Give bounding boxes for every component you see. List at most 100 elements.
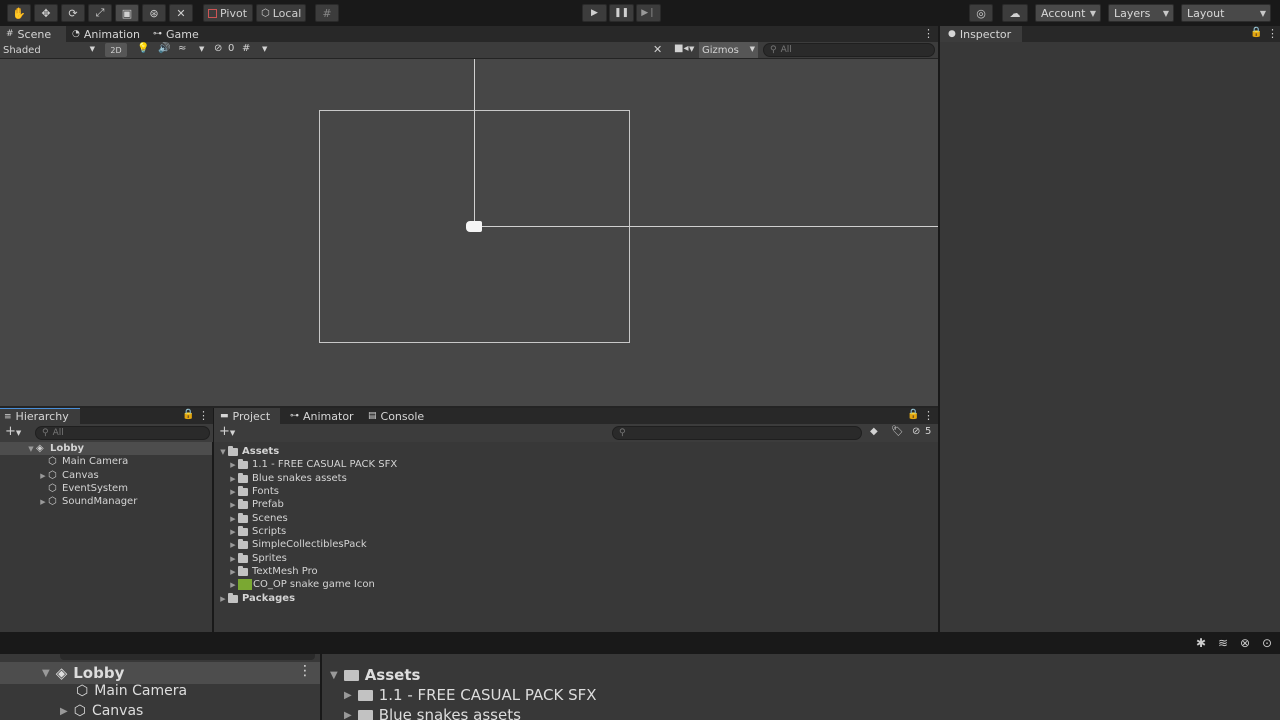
- add-object-button[interactable]: +▼: [5, 424, 21, 439]
- expand-arrow-icon[interactable]: ▶: [60, 706, 68, 717]
- network-icon[interactable]: ⊗: [1240, 636, 1250, 650]
- local-toggle-button[interactable]: ⬡ Local: [256, 4, 306, 22]
- expand-arrow-icon[interactable]: ▶: [228, 555, 238, 563]
- create-asset-button[interactable]: +▼: [219, 424, 235, 439]
- zoom-project-root[interactable]: ▼ Assets: [330, 666, 420, 684]
- scene-search-input[interactable]: ⚲ All: [763, 43, 935, 57]
- more-options-icon[interactable]: ⋮: [1267, 27, 1278, 40]
- cloud-button[interactable]: ☁: [1002, 4, 1028, 22]
- move-tool-button[interactable]: ✥: [34, 4, 58, 22]
- expand-arrow-icon[interactable]: ▶: [38, 472, 48, 480]
- folder-row[interactable]: ▶ Prefab: [228, 498, 284, 511]
- rotate-tool-button[interactable]: ⟳: [61, 4, 85, 22]
- rect-tool-button[interactable]: ▣: [115, 4, 139, 22]
- account-dropdown[interactable]: Account ▼: [1035, 4, 1101, 22]
- more-options-icon[interactable]: ⋮: [198, 409, 209, 422]
- more-options-icon[interactable]: ⋮: [923, 409, 934, 422]
- tab-project[interactable]: ▬ Project: [214, 408, 280, 424]
- tab-scene[interactable]: # Scene: [0, 26, 66, 42]
- tab-console[interactable]: ▤ Console: [368, 408, 424, 424]
- expand-arrow-icon[interactable]: ▶: [228, 488, 238, 496]
- hierarchy-search-input[interactable]: ⚲ All: [35, 426, 210, 440]
- expand-arrow-icon[interactable]: ▶: [228, 581, 238, 589]
- expand-arrow-icon[interactable]: ▶: [38, 498, 48, 506]
- layers-stack-icon[interactable]: ≋: [1218, 636, 1228, 650]
- chevron-down-icon[interactable]: ▼: [199, 45, 204, 53]
- tab-inspector[interactable]: ● Inspector: [940, 26, 1022, 42]
- pause-button[interactable]: ❚❚: [609, 4, 634, 22]
- expand-arrow-icon[interactable]: ▶: [344, 690, 352, 701]
- expand-arrow-icon[interactable]: ▶: [344, 710, 352, 720]
- folder-row[interactable]: ▶ Scripts: [228, 525, 286, 538]
- lighting-toggle-icon[interactable]: 💡: [137, 43, 149, 54]
- hierarchy-item-eventsystem[interactable]: ⬡ EventSystem: [38, 482, 128, 495]
- lock-icon[interactable]: 🔒: [907, 409, 919, 420]
- scale-tool-button[interactable]: ⤢: [88, 4, 112, 22]
- step-button[interactable]: ▶❘: [636, 4, 661, 22]
- tab-animation[interactable]: ◔ Animation: [72, 26, 140, 42]
- tab-game[interactable]: ⊶ Game: [153, 26, 199, 42]
- more-options-icon[interactable]: ⋮: [923, 27, 934, 40]
- filter-by-type-icon[interactable]: ◆: [870, 426, 878, 437]
- folder-row[interactable]: ▶ SimpleCollectiblesPack: [228, 538, 367, 551]
- shading-mode-dropdown[interactable]: Shaded ▼: [3, 42, 99, 58]
- folder-row[interactable]: ▶ Blue snakes assets: [228, 472, 347, 485]
- expand-arrow-icon[interactable]: ▶: [228, 461, 238, 469]
- folder-row[interactable]: ▶ Scenes: [228, 512, 288, 525]
- scene-row[interactable]: ▼ ◈ Lobby: [0, 442, 212, 455]
- layout-dropdown[interactable]: Layout ▼: [1181, 4, 1271, 22]
- chevron-down-icon[interactable]: ▼: [262, 45, 267, 53]
- effects-toggle-icon[interactable]: ≈: [178, 43, 186, 54]
- expand-arrow-icon[interactable]: ▶: [218, 595, 228, 603]
- asset-row[interactable]: ▶ CO_OP snake game Icon: [228, 578, 375, 591]
- tab-hierarchy[interactable]: ≡ Hierarchy: [0, 408, 80, 424]
- 2d-toggle-button[interactable]: 2D: [105, 43, 127, 57]
- tab-animator[interactable]: ⊶ Animator: [290, 408, 354, 424]
- chevron-down-icon[interactable]: ▼: [689, 45, 694, 53]
- expand-arrow-icon[interactable]: ▶: [228, 541, 238, 549]
- expand-arrow-icon[interactable]: ▼: [218, 448, 228, 456]
- expand-arrow-icon[interactable]: ▼: [330, 670, 338, 681]
- gizmos-dropdown[interactable]: Gizmos ▼: [699, 42, 758, 58]
- audio-toggle-icon[interactable]: 🔊: [158, 43, 170, 54]
- pivot-toggle-button[interactable]: Pivot: [203, 4, 253, 22]
- tools-icon[interactable]: ✕: [653, 43, 662, 56]
- zoom-folder-row[interactable]: ▶ 1.1 - FREE CASUAL PACK SFX: [344, 686, 597, 704]
- expand-arrow-icon[interactable]: ▼: [42, 668, 50, 679]
- camera-gizmo-icon[interactable]: [466, 221, 482, 232]
- zoom-hierarchy-item[interactable]: ⬡ Main Camera: [76, 683, 187, 699]
- expand-arrow-icon[interactable]: ▶: [228, 501, 238, 509]
- expand-arrow-icon[interactable]: ▶: [228, 568, 238, 576]
- expand-arrow-icon[interactable]: ▶: [228, 528, 238, 536]
- more-options-icon[interactable]: ⋮: [298, 663, 312, 679]
- zoom-folder-row[interactable]: ▶ Blue snakes assets: [344, 706, 521, 720]
- assets-root-row[interactable]: ▼ Assets: [218, 445, 279, 458]
- folder-row[interactable]: ▶ TextMesh Pro: [228, 565, 318, 578]
- hidden-packages-icon[interactable]: ⊘: [912, 426, 920, 437]
- transform-tool-button[interactable]: ⊛: [142, 4, 166, 22]
- grid-visibility-icon[interactable]: #: [242, 43, 250, 54]
- hierarchy-item-canvas[interactable]: ▶ ⬡ Canvas: [38, 469, 98, 482]
- camera-icon[interactable]: ■◂: [674, 43, 688, 54]
- packages-root-row[interactable]: ▶ Packages: [218, 592, 295, 605]
- hand-tool-button[interactable]: ✋: [7, 4, 31, 22]
- scene-view[interactable]: [0, 59, 938, 406]
- grid-snap-button[interactable]: #: [315, 4, 339, 22]
- zoom-hierarchy-item[interactable]: ▶ ⬡ Canvas: [60, 703, 143, 719]
- folder-row[interactable]: ▶ 1.1 - FREE CASUAL PACK SFX: [228, 458, 397, 471]
- hidden-objects-icon[interactable]: ⊘: [214, 43, 222, 54]
- hierarchy-item-soundmanager[interactable]: ▶ ⬡ SoundManager: [38, 495, 137, 508]
- hierarchy-item-main-camera[interactable]: ⬡ Main Camera: [38, 455, 128, 468]
- filter-by-label-icon[interactable]: 🏷: [891, 426, 904, 437]
- lock-icon[interactable]: 🔒: [182, 409, 194, 420]
- folder-row[interactable]: ▶ Sprites: [228, 552, 287, 565]
- collab-button[interactable]: ◎: [969, 4, 993, 22]
- layers-dropdown[interactable]: Layers ▼: [1108, 4, 1174, 22]
- folder-row[interactable]: ▶ Fonts: [228, 485, 279, 498]
- project-search-input[interactable]: ⚲: [612, 426, 862, 440]
- expand-arrow-icon[interactable]: ▼: [26, 445, 36, 453]
- debug-icon[interactable]: ✱: [1196, 636, 1206, 650]
- status-check-icon[interactable]: ⊙: [1262, 636, 1272, 650]
- custom-tool-button[interactable]: ✕: [169, 4, 193, 22]
- expand-arrow-icon[interactable]: ▶: [228, 475, 238, 483]
